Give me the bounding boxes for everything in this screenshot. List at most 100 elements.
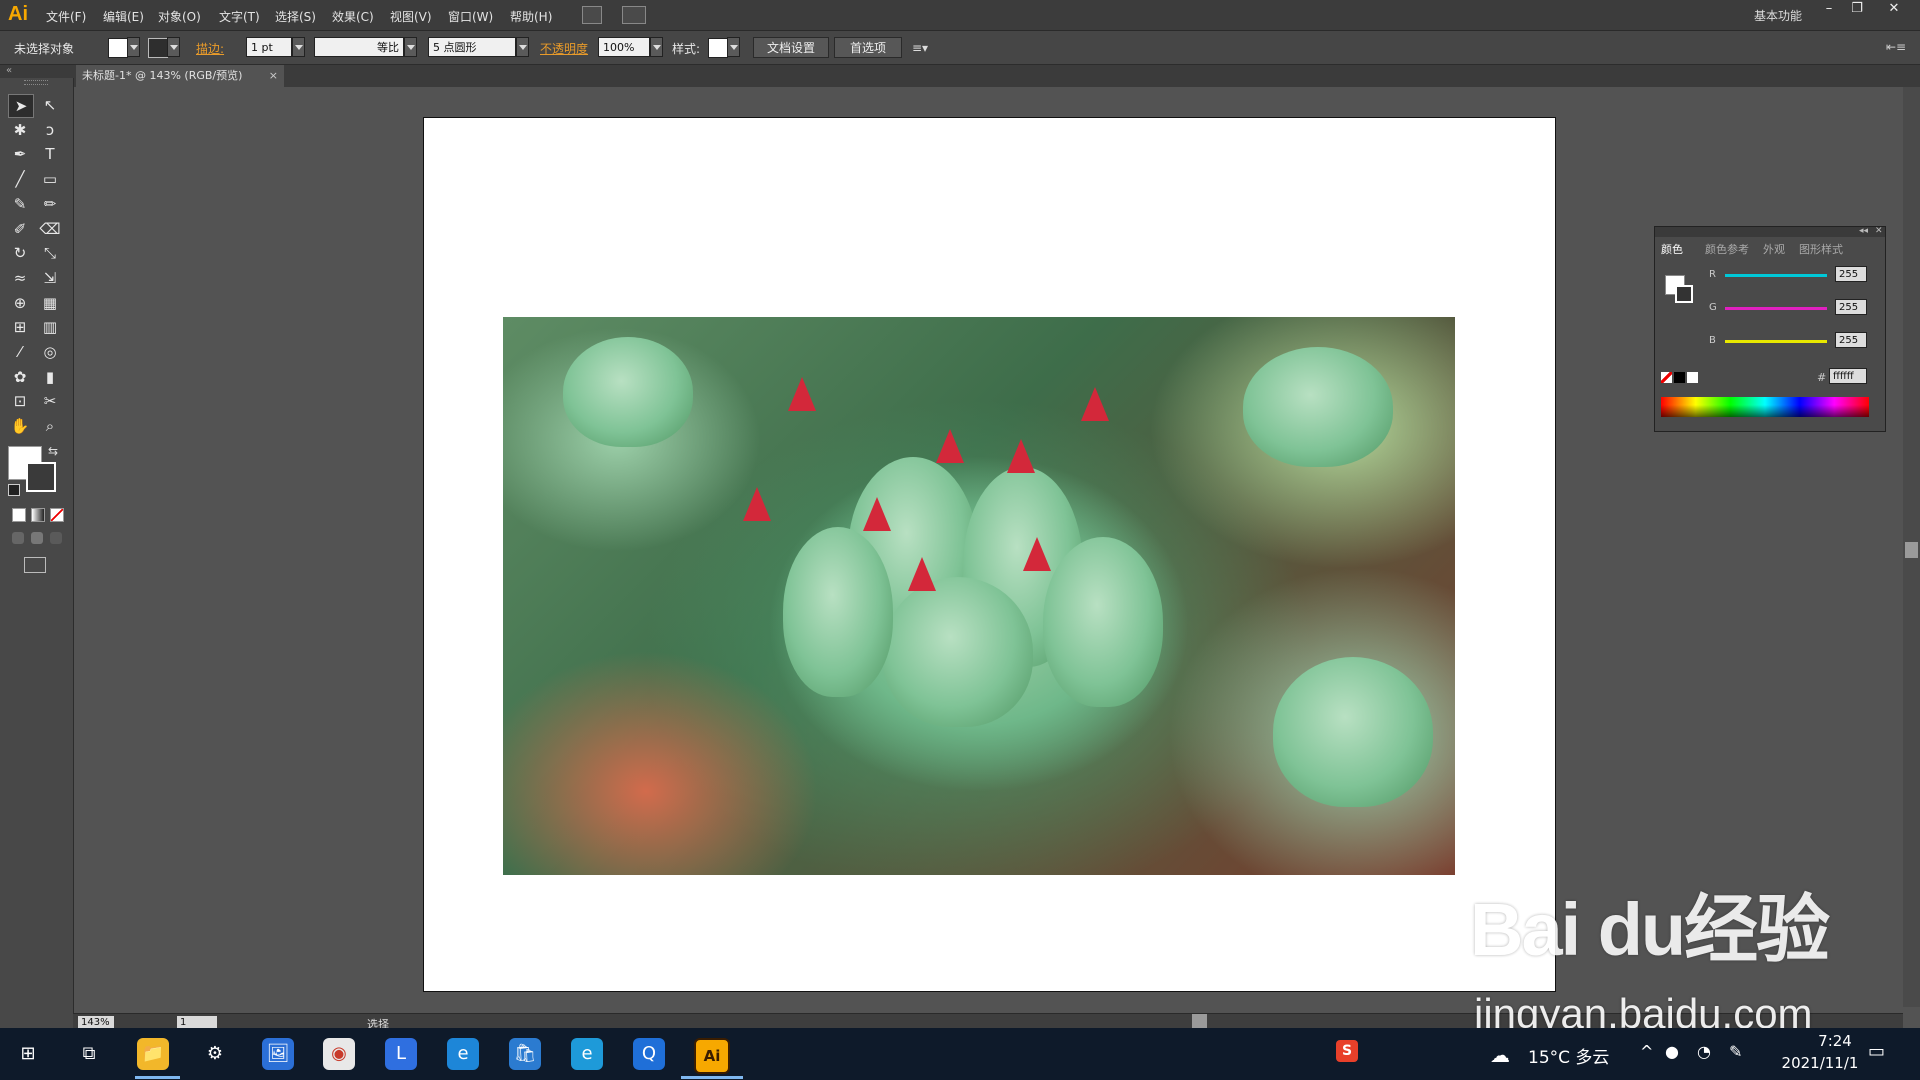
tab-graphic-styles[interactable]: 图形样式 xyxy=(1799,241,1843,257)
stroke-weight-field[interactable]: 1 pt xyxy=(246,37,292,57)
stroke-dropdown[interactable] xyxy=(167,37,180,57)
draw-normal-icon[interactable] xyxy=(12,532,24,544)
menu-view[interactable]: 视图(V) xyxy=(390,8,432,25)
opacity-label[interactable]: 不透明度 xyxy=(540,40,588,57)
artboard-icon[interactable]: ⊡ xyxy=(8,390,32,412)
symbol-sprayer-icon[interactable]: ✿ xyxy=(8,366,32,388)
pen-icon[interactable]: ✒ xyxy=(8,143,32,165)
eraser-icon[interactable]: ⌫ xyxy=(38,218,62,240)
draw-inside-icon[interactable] xyxy=(50,532,62,544)
zoom-icon[interactable]: ⌕ xyxy=(38,415,62,437)
swap-fill-stroke-icon[interactable]: ⇆ xyxy=(48,444,58,458)
channel-b-slider[interactable] xyxy=(1725,340,1827,343)
browser-q-icon[interactable]: Q xyxy=(633,1038,665,1070)
shape-builder-icon[interactable]: ⊕ xyxy=(8,292,32,314)
rotate-icon[interactable]: ↻ xyxy=(8,242,32,264)
menu-object[interactable]: 对象(O) xyxy=(158,8,201,25)
collapse-panels-icon[interactable]: « xyxy=(6,65,12,76)
task-view-icon[interactable]: ⧉ xyxy=(73,1038,105,1070)
weather-icon[interactable]: ☁ xyxy=(1490,1043,1510,1067)
stroke-weight-dropdown[interactable] xyxy=(292,37,305,57)
panel-grip[interactable] xyxy=(24,80,48,85)
none-swatch[interactable] xyxy=(1661,372,1672,383)
bridge-icon[interactable] xyxy=(582,6,602,24)
tab-color-guide[interactable]: 颜色参考 xyxy=(1705,241,1749,257)
channel-r-slider[interactable] xyxy=(1725,274,1827,277)
minimize-button[interactable]: – xyxy=(1815,0,1843,18)
selection-icon[interactable]: ➤ xyxy=(8,94,34,118)
blob-brush-icon[interactable]: ✐ xyxy=(8,218,32,240)
menu-select[interactable]: 选择(S) xyxy=(275,8,316,25)
arrange-documents-icon[interactable] xyxy=(622,6,646,24)
gradient-icon[interactable]: ▥ xyxy=(38,316,62,338)
opacity-dropdown[interactable] xyxy=(650,37,663,57)
white-swatch[interactable] xyxy=(1687,372,1698,383)
stroke-label[interactable]: 描边: xyxy=(196,40,224,57)
free-transform-icon[interactable]: ⇲ xyxy=(38,267,62,289)
panel-menu-icon[interactable]: ⇤≡ xyxy=(1886,40,1906,54)
restore-button[interactable]: ❐ xyxy=(1843,0,1871,18)
l-app-icon[interactable]: L xyxy=(385,1038,417,1070)
rectangle-icon[interactable]: ▭ xyxy=(38,168,62,190)
menu-edit[interactable]: 编辑(E) xyxy=(103,8,144,25)
panel-close-icon[interactable]: ✕ xyxy=(1875,226,1883,236)
screen-mode-icon[interactable] xyxy=(24,557,46,573)
brush-definition[interactable]: 5 点圆形 xyxy=(428,37,516,57)
settings-icon[interactable]: ⚙ xyxy=(199,1038,231,1070)
draw-behind-icon[interactable] xyxy=(31,532,43,544)
file-explorer-icon[interactable]: 📁 xyxy=(137,1038,169,1070)
perspective-icon[interactable]: ▦ xyxy=(38,292,62,314)
stroke-color-box[interactable] xyxy=(26,462,56,492)
gradient-mode-icon[interactable] xyxy=(31,508,45,522)
magic-wand-icon[interactable]: ✱ xyxy=(8,119,32,141)
chrome-icon[interactable]: ◉ xyxy=(323,1038,355,1070)
photos-icon[interactable]: 🖼 xyxy=(262,1038,294,1070)
tab-appearance[interactable]: 外观 xyxy=(1763,241,1785,257)
stroke-color-swatch[interactable] xyxy=(148,38,168,58)
qq-icon[interactable]: ● xyxy=(1665,1042,1679,1061)
menu-file[interactable]: 文件(F) xyxy=(46,8,86,25)
pen-input-icon[interactable]: ✎ xyxy=(1729,1042,1742,1061)
vertical-scroll-thumb[interactable] xyxy=(1905,542,1918,558)
variable-width-profile[interactable]: 等比 xyxy=(314,37,404,57)
preferences-button[interactable]: 首选项 xyxy=(834,37,902,58)
menu-effect[interactable]: 效果(C) xyxy=(332,8,374,25)
graphic-style-swatch[interactable] xyxy=(708,38,728,58)
mesh-icon[interactable]: ⊞ xyxy=(8,316,32,338)
sogou-icon[interactable]: S xyxy=(1336,1040,1358,1062)
tab-close-icon[interactable]: × xyxy=(269,65,278,87)
profile-dropdown[interactable] xyxy=(404,37,417,57)
store-icon[interactable]: 🛍 xyxy=(509,1038,541,1070)
menu-window[interactable]: 窗口(W) xyxy=(448,8,493,25)
none-mode-icon[interactable] xyxy=(50,508,64,522)
scale-icon[interactable]: ⤡ xyxy=(38,242,62,264)
ie-icon[interactable]: e xyxy=(447,1038,479,1070)
illustrator-icon[interactable]: Ai xyxy=(694,1038,730,1074)
document-setup-button[interactable]: 文档设置 xyxy=(753,37,829,58)
line-icon[interactable]: ╱ xyxy=(8,168,32,190)
color-mode-icon[interactable] xyxy=(12,508,26,522)
edge-icon[interactable]: e xyxy=(571,1038,603,1070)
direct-selection-icon[interactable]: ↖ xyxy=(38,94,62,116)
horizontal-scroll-thumb[interactable] xyxy=(1192,1014,1207,1029)
black-swatch[interactable] xyxy=(1674,372,1685,383)
paintbrush-icon[interactable]: ✎ xyxy=(8,193,32,215)
style-dropdown[interactable] xyxy=(727,37,740,57)
warp-icon[interactable]: ≈ xyxy=(8,267,32,289)
succulent-photo[interactable] xyxy=(503,317,1455,875)
notification-icon[interactable]: ▭ xyxy=(1868,1041,1885,1062)
slice-icon[interactable]: ✂ xyxy=(38,390,62,412)
lasso-icon[interactable]: ↄ xyxy=(38,119,62,141)
align-icon[interactable]: ≡▾ xyxy=(912,41,928,55)
workspace-switcher[interactable]: 基本功能 xyxy=(1754,7,1802,24)
wifi-icon[interactable]: ◔ xyxy=(1697,1042,1711,1061)
weather-text[interactable]: 15°C 多云 xyxy=(1528,1043,1609,1068)
blend-icon[interactable]: ◎ xyxy=(38,341,62,363)
channel-r-value[interactable]: 255 xyxy=(1835,266,1867,282)
eyedropper-icon[interactable]: ⁄ xyxy=(8,341,32,363)
channel-g-value[interactable]: 255 xyxy=(1835,299,1867,315)
tab-color[interactable]: 颜色 xyxy=(1661,241,1683,257)
clock-time[interactable]: 7:24 xyxy=(1795,1032,1875,1050)
fill-color-swatch[interactable] xyxy=(108,38,128,58)
menu-type[interactable]: 文字(T) xyxy=(219,8,260,25)
